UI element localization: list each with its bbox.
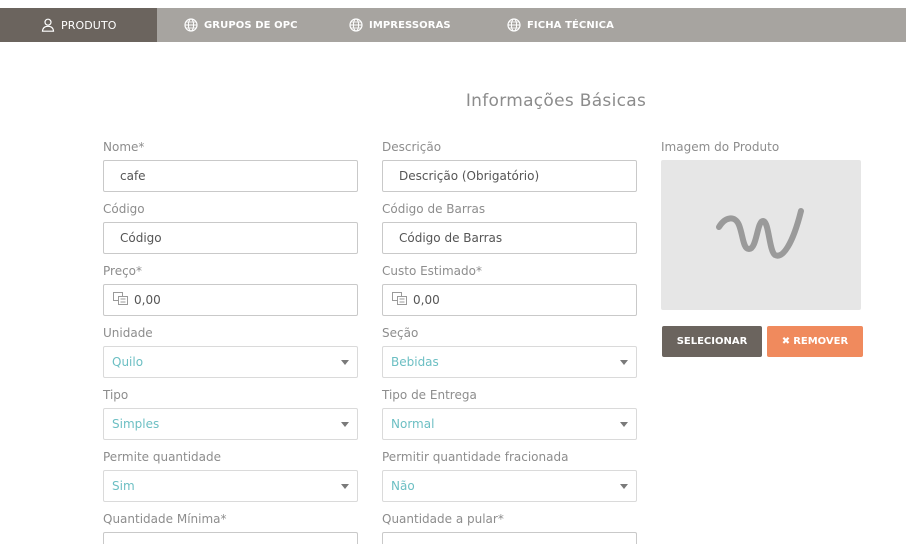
quantidade-minima-input[interactable]: [103, 532, 358, 544]
descricao-input[interactable]: Descrição (Obrigatório): [382, 160, 637, 192]
tab-label: IMPRESSORAS: [369, 19, 451, 31]
unidade-select[interactable]: Quilo: [103, 346, 358, 378]
custo-label: Custo Estimado*: [382, 264, 482, 278]
preco-value: 0,00: [134, 293, 161, 307]
secao-value: Bebidas: [391, 355, 439, 369]
chevron-down-icon: [341, 484, 349, 489]
preco-label: Preço*: [103, 264, 143, 278]
tab-bar: PRODUTO GRUPOS DE OPC IMPRESSORAS FICHA …: [0, 8, 906, 42]
tipo-entrega-label: Tipo de Entrega: [382, 388, 477, 402]
tipo-label: Tipo: [103, 388, 129, 402]
codigo-barras-input[interactable]: Código de Barras: [382, 222, 637, 254]
permite-quantidade-select[interactable]: Sim: [103, 470, 358, 502]
nome-value: cafe: [120, 169, 146, 183]
tab-label: FICHA TÉCNICA: [527, 19, 614, 31]
preco-input[interactable]: 0,00: [103, 284, 358, 316]
unidade-label: Unidade: [103, 326, 153, 340]
tipo-value: Simples: [112, 417, 160, 431]
globe-icon: [349, 18, 363, 32]
tipo-entrega-value: Normal: [391, 417, 435, 431]
user-icon: [41, 18, 55, 32]
quantidade-minima-label: Quantidade Mínima*: [103, 512, 227, 526]
codigo-label: Código: [103, 202, 145, 216]
unidade-value: Quilo: [112, 355, 144, 369]
quantidade-fracionada-value: Não: [391, 479, 415, 493]
chevron-down-icon: [620, 422, 628, 427]
permite-quantidade-label: Permite quantidade: [103, 450, 222, 464]
nome-input[interactable]: cafe: [103, 160, 358, 192]
selecionar-label: SELECIONAR: [676, 336, 748, 347]
tab-label: GRUPOS DE OPC: [204, 19, 298, 31]
quantidade-fracionada-select[interactable]: Não: [382, 470, 637, 502]
codigo-barras-label: Código de Barras: [382, 202, 486, 216]
descricao-placeholder: Descrição (Obrigatório): [399, 169, 540, 183]
money-icon: [113, 292, 128, 308]
chevron-down-icon: [341, 422, 349, 427]
secao-select[interactable]: Bebidas: [382, 346, 637, 378]
chevron-down-icon: [620, 484, 628, 489]
tab-grupos-opc[interactable]: GRUPOS DE OPC: [184, 8, 298, 42]
close-icon: ✖: [781, 336, 791, 347]
remover-button[interactable]: ✖ REMOVER: [767, 326, 863, 357]
codigo-placeholder: Código: [120, 231, 162, 245]
brand-logo-icon: [715, 203, 807, 267]
permite-quantidade-value: Sim: [112, 479, 135, 493]
remover-label: REMOVER: [793, 336, 849, 347]
quantidade-fracionada-label: Permitir quantidade fracionada: [382, 450, 569, 464]
chevron-down-icon: [341, 360, 349, 365]
codigo-input[interactable]: Código: [103, 222, 358, 254]
tipo-select[interactable]: Simples: [103, 408, 358, 440]
globe-icon: [507, 18, 521, 32]
quantidade-pular-input[interactable]: [382, 532, 637, 544]
tipo-entrega-select[interactable]: Normal: [382, 408, 637, 440]
custo-value: 0,00: [413, 293, 440, 307]
custo-input[interactable]: 0,00: [382, 284, 637, 316]
tab-impressoras[interactable]: IMPRESSORAS: [349, 8, 451, 42]
nome-label: Nome*: [103, 140, 145, 154]
product-image-placeholder: [661, 160, 861, 310]
section-title: Informações Básicas: [465, 91, 647, 111]
imagem-label: Imagem do Produto: [661, 140, 780, 154]
chevron-down-icon: [620, 360, 628, 365]
tab-produto[interactable]: PRODUTO: [0, 8, 157, 42]
selecionar-button[interactable]: SELECIONAR: [662, 326, 762, 357]
money-icon: [392, 292, 407, 308]
secao-label: Seção: [382, 326, 419, 340]
descricao-label: Descrição: [382, 140, 442, 154]
codigo-barras-placeholder: Código de Barras: [399, 231, 503, 245]
tab-ficha-tecnica[interactable]: FICHA TÉCNICA: [507, 8, 614, 42]
tab-label: PRODUTO: [61, 18, 117, 32]
globe-icon: [184, 18, 198, 32]
quantidade-pular-label: Quantidade a pular*: [382, 512, 504, 526]
